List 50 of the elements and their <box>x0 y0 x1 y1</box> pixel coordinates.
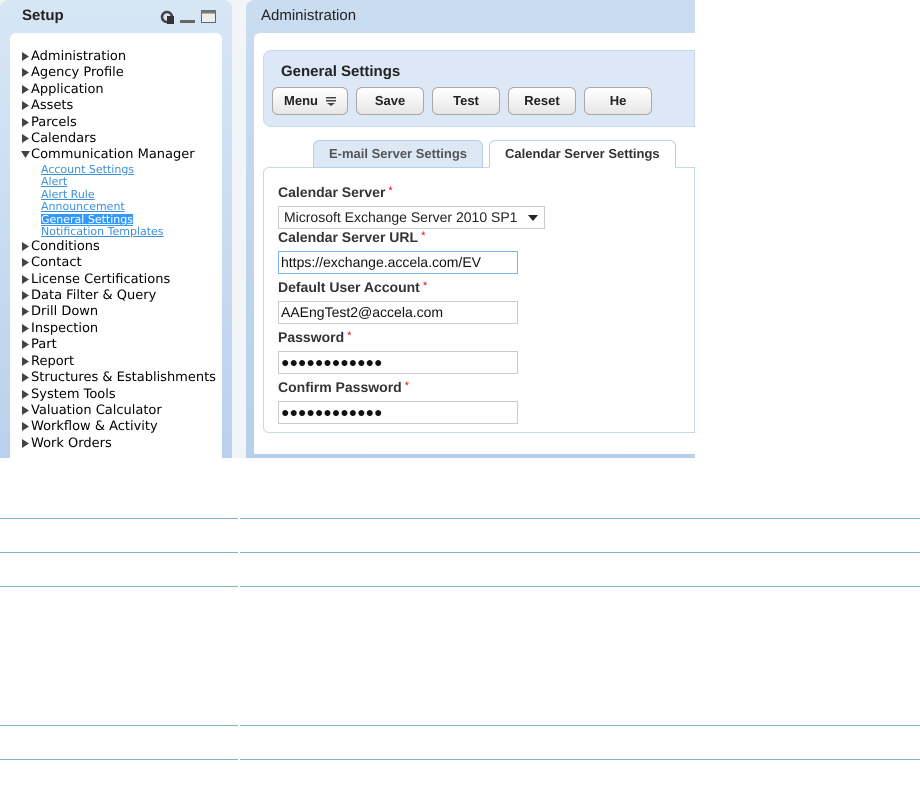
menu-button[interactable]: Menu <box>272 87 348 115</box>
tree-item[interactable]: Structures & Establishments <box>21 370 218 386</box>
field-label: Default User Account <box>278 279 420 296</box>
tree-item[interactable]: Drill Down <box>21 304 218 321</box>
input-field[interactable]: ●●●●●●●●●●●● <box>278 401 518 424</box>
tree-item[interactable]: Data Filter & Query <box>21 288 218 304</box>
toolbar-button[interactable]: Save <box>356 87 424 115</box>
input-field[interactable]: https://exchange.accela.com/EV <box>278 251 518 274</box>
tree-item[interactable]: Administration <box>21 49 218 66</box>
section-title: General Settings <box>280 62 402 82</box>
field-label: Confirm Password <box>278 379 402 396</box>
tree-item[interactable]: Inspection <box>21 320 218 338</box>
tree-item[interactable]: Agency Profile <box>21 65 218 82</box>
caret-down-icon[interactable] <box>21 150 30 160</box>
field-label: Calendar Server URL <box>278 229 418 246</box>
required-mark: * <box>347 329 352 343</box>
field-label: Calendar Server <box>278 184 386 201</box>
tree-item[interactable]: Part <box>21 337 218 354</box>
tab[interactable]: Calendar Server Settings <box>489 140 676 168</box>
refresh-icon[interactable] <box>160 10 174 24</box>
tree-item[interactable]: Report <box>21 354 218 370</box>
tree-item[interactable]: Conditions <box>21 238 218 256</box>
required-mark: * <box>388 184 393 198</box>
tree-item[interactable]: Assets <box>21 98 218 115</box>
dropdown-arrow-icon <box>528 214 538 220</box>
menu-icon <box>326 96 336 106</box>
tab[interactable]: E-mail Server Settings <box>313 140 483 168</box>
tree-item[interactable]: Parcels <box>21 114 218 132</box>
tree-item[interactable]: Valuation Calculator <box>21 402 218 420</box>
maximize-icon[interactable] <box>201 10 216 24</box>
required-mark: * <box>422 279 428 293</box>
panel-title: Administration <box>261 6 356 26</box>
field-label: Password <box>278 329 344 346</box>
tree-item[interactable]: Calendars <box>21 131 218 148</box>
tree-item[interactable]: Application <box>21 82 218 98</box>
panel-title: Setup <box>22 6 65 26</box>
toolbar-button[interactable]: Reset <box>508 87 576 115</box>
tree-item[interactable]: Workflow & Activity <box>21 419 218 436</box>
tree-item[interactable]: System Tools <box>21 386 218 403</box>
input-field[interactable]: ●●●●●●●●●●●● <box>278 351 518 374</box>
select-field[interactable]: Microsoft Exchange Server 2010 SP1 <box>278 206 545 229</box>
tree-item[interactable]: Work Orders <box>21 436 218 452</box>
tree-item[interactable]: License Certifications <box>21 272 218 288</box>
toolbar-button[interactable]: Test <box>432 87 500 115</box>
required-mark: * <box>404 379 409 393</box>
toolbar-button[interactable]: He <box>584 87 652 115</box>
tree-item[interactable]: Communication Manager <box>21 147 218 164</box>
input-field[interactable]: AAEngTest2@accela.com <box>278 301 518 324</box>
tree-item[interactable]: Contact <box>21 255 218 272</box>
required-mark: * <box>421 229 426 243</box>
